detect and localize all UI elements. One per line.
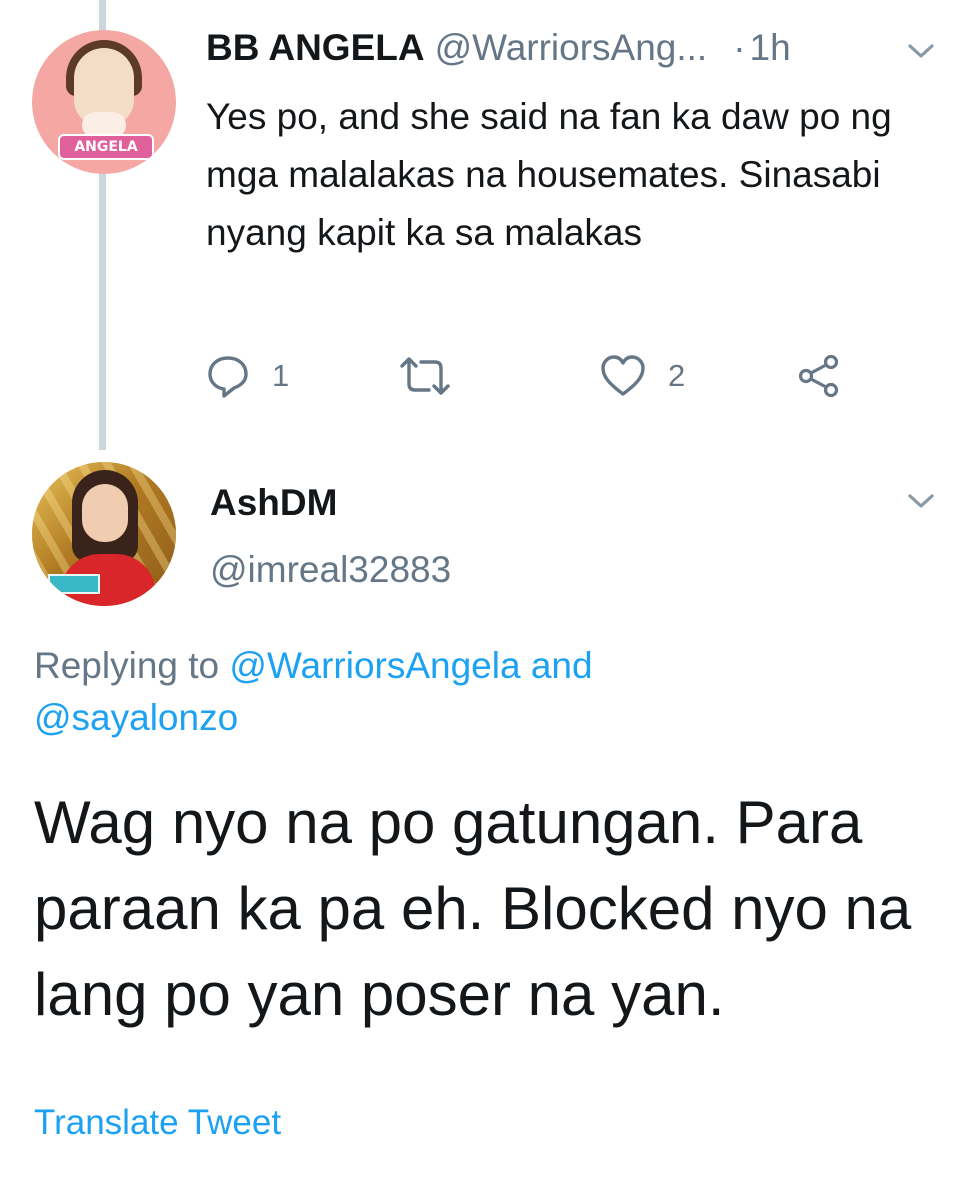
replying-and-text: and	[520, 645, 593, 686]
time-separator: ·	[733, 27, 746, 68]
translate-tweet-link[interactable]: Translate Tweet	[34, 1100, 281, 1146]
heart-icon	[601, 355, 645, 396]
tweet-header: BB ANGELA @WarriorsAng... · 1h	[206, 26, 791, 70]
replying-to-prefix: Replying to	[34, 645, 230, 686]
retweet-icon	[400, 357, 450, 395]
reply-count: 1	[272, 358, 290, 393]
author-handle[interactable]: @imreal32883	[210, 547, 451, 593]
replying-to-line: Replying to @WarriorsAngela and @sayalon…	[34, 640, 914, 744]
avatar-bb-angela[interactable]: ANGELA	[32, 30, 176, 174]
author-name[interactable]: AshDM	[210, 480, 337, 526]
share-icon	[798, 354, 839, 398]
mention-link-warriorsangela[interactable]: @WarriorsAngela	[229, 645, 520, 686]
chevron-down-icon[interactable]	[906, 40, 936, 62]
like-button[interactable]: 2	[600, 352, 685, 400]
author-name[interactable]: BB ANGELA	[206, 27, 425, 68]
mention-link-sayalonzo[interactable]: @sayalonzo	[34, 697, 238, 738]
share-button[interactable]	[797, 352, 841, 400]
tweet-timestamp[interactable]: 1h	[750, 27, 791, 68]
like-count: 2	[668, 358, 686, 393]
retweet-button[interactable]	[397, 352, 453, 400]
tweet-text: Yes po, and she said na fan ka daw po ng…	[206, 96, 892, 253]
avatar-show-logo	[48, 574, 100, 594]
avatar-ashdm[interactable]	[32, 462, 176, 606]
avatar-name-tag: ANGELA	[58, 134, 154, 160]
avatar-face	[82, 484, 128, 542]
chevron-down-icon[interactable]	[906, 490, 936, 512]
tweet-text: Wag nyo na po gatungan. Para paraan ka p…	[34, 789, 912, 1028]
reply-button[interactable]: 1	[206, 352, 289, 400]
author-handle[interactable]: @WarriorsAng...	[435, 27, 708, 68]
reply-icon	[208, 356, 248, 398]
